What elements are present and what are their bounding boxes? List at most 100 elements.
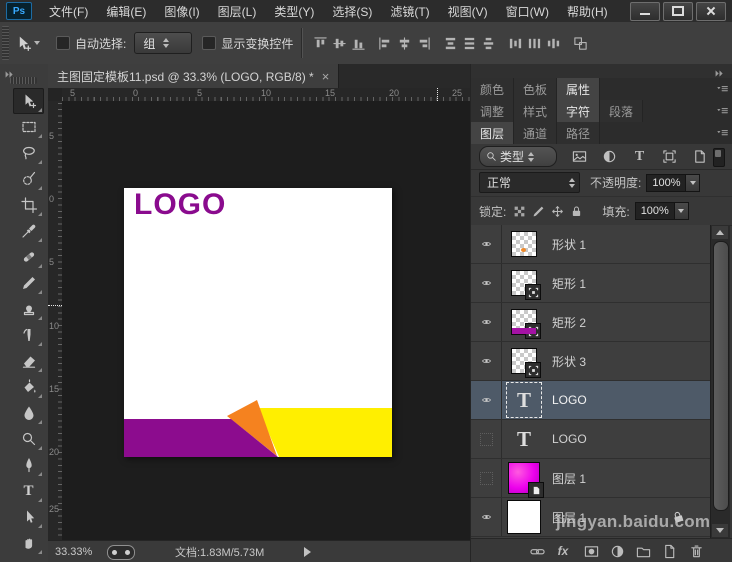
tool-preset-dropdown-icon[interactable] xyxy=(34,41,40,45)
menu-item-2[interactable]: 图像(I) xyxy=(155,0,208,22)
brush-tool[interactable] xyxy=(13,270,44,296)
menu-item-1[interactable]: 编辑(E) xyxy=(97,0,155,22)
distribute-vertical-centers-icon[interactable] xyxy=(462,36,477,51)
tab-字符[interactable]: 字符 xyxy=(557,100,600,122)
layer-row-1[interactable]: 矩形 1 xyxy=(471,264,710,303)
menu-item-4[interactable]: 类型(Y) xyxy=(265,0,323,22)
menu-item-5[interactable]: 选择(S) xyxy=(323,0,381,22)
delete-layer-icon[interactable] xyxy=(688,543,704,559)
distribute-horizontal-centers-icon[interactable] xyxy=(527,36,542,51)
quick-selection-tool[interactable] xyxy=(13,166,44,192)
canvas[interactable]: LOGO xyxy=(124,188,392,457)
filter-type-layers-icon[interactable]: T xyxy=(631,148,648,165)
move-tool[interactable] xyxy=(13,88,44,114)
tab-路径[interactable]: 路径 xyxy=(557,122,600,144)
link-layers-icon[interactable] xyxy=(529,543,545,559)
show-transform-checkbox[interactable] xyxy=(202,36,216,50)
align-left-edges-icon[interactable] xyxy=(378,36,393,51)
dodge-tool[interactable] xyxy=(13,426,44,452)
history-brush-tool[interactable] xyxy=(13,322,44,348)
panel-menu-icon[interactable] xyxy=(711,122,732,144)
distribute-top-edges-icon[interactable] xyxy=(443,36,458,51)
filter-smart-objects-icon[interactable] xyxy=(691,148,708,165)
layer-thumbnail[interactable] xyxy=(502,309,546,335)
panel-menu-icon[interactable] xyxy=(711,78,732,100)
distribute-left-edges-icon[interactable] xyxy=(508,36,523,51)
visibility-toggle[interactable] xyxy=(471,420,502,458)
visibility-toggle[interactable] xyxy=(471,381,502,419)
tab-图层[interactable]: 图层 xyxy=(471,122,514,144)
document-tab[interactable]: 主图固定模板11.psd @ 33.3% (LOGO, RGB/8) * × xyxy=(48,64,339,88)
collapse-tools-icon[interactable] xyxy=(3,67,17,77)
lock-transparent-pixels-icon[interactable] xyxy=(510,203,529,219)
tab-颜色[interactable]: 颜色 xyxy=(471,78,514,100)
layer-row-4[interactable]: TLOGO xyxy=(471,381,710,420)
align-vertical-centers-icon[interactable] xyxy=(332,36,347,51)
lasso-tool[interactable] xyxy=(13,140,44,166)
pasteboard[interactable]: LOGO xyxy=(62,101,470,542)
tab-调整[interactable]: 调整 xyxy=(471,100,514,122)
layer-thumbnail[interactable] xyxy=(502,270,546,296)
layer-thumbnail[interactable] xyxy=(502,500,546,534)
menu-item-0[interactable]: 文件(F) xyxy=(40,0,97,22)
path-selection-tool[interactable] xyxy=(13,504,44,530)
filter-shape-layers-icon[interactable] xyxy=(661,148,678,165)
filter-pixel-layers-icon[interactable] xyxy=(571,148,588,165)
layer-thumbnail[interactable] xyxy=(502,231,546,257)
opacity-value[interactable]: 100% xyxy=(646,174,686,192)
fill-dropdown-icon[interactable] xyxy=(675,202,689,220)
pen-tool[interactable] xyxy=(13,452,44,478)
clone-stamp-tool[interactable] xyxy=(13,296,44,322)
tab-样式[interactable]: 样式 xyxy=(514,100,557,122)
layer-row-5[interactable]: TLOGO xyxy=(471,420,710,459)
layer-thumbnail[interactable]: T xyxy=(502,382,546,418)
layer-row-0[interactable]: 形状 1 xyxy=(471,225,710,264)
filter-toggle-switch[interactable] xyxy=(713,148,725,167)
visibility-toggle[interactable] xyxy=(471,225,502,263)
distribute-right-edges-icon[interactable] xyxy=(546,36,561,51)
paint-bucket-tool[interactable] xyxy=(13,374,44,400)
menu-item-8[interactable]: 窗口(W) xyxy=(497,0,558,22)
lock-image-pixels-icon[interactable] xyxy=(529,203,548,219)
layer-row-2[interactable]: 矩形 2 xyxy=(471,303,710,342)
align-bottom-edges-icon[interactable] xyxy=(351,36,366,51)
layer-row-7[interactable]: 图层 1 xyxy=(471,498,710,537)
collapse-panels-icon[interactable] xyxy=(713,66,727,76)
menu-item-6[interactable]: 滤镜(T) xyxy=(381,0,438,22)
filter-adjustment-layers-icon[interactable] xyxy=(601,148,618,165)
tab-属性[interactable]: 属性 xyxy=(557,78,600,100)
visibility-toggle[interactable] xyxy=(471,342,502,380)
visibility-toggle[interactable] xyxy=(471,498,502,536)
blend-mode-dropdown[interactable]: 正常 xyxy=(479,172,580,193)
close-button[interactable] xyxy=(696,2,726,21)
tab-段落[interactable]: 段落 xyxy=(600,100,643,122)
align-top-edges-icon[interactable] xyxy=(313,36,328,51)
horizontal-type-tool[interactable]: T xyxy=(13,478,44,504)
scroll-up-icon[interactable] xyxy=(712,226,728,239)
menu-item-9[interactable]: 帮助(H) xyxy=(558,0,617,22)
new-group-icon[interactable] xyxy=(635,543,651,559)
tools-dock-grip[interactable] xyxy=(10,77,37,84)
scroll-down-icon[interactable] xyxy=(712,524,728,537)
crop-tool[interactable] xyxy=(13,192,44,218)
visibility-toggle[interactable] xyxy=(471,264,502,302)
layers-scrollbar[interactable] xyxy=(710,225,730,538)
menu-item-7[interactable]: 视图(V) xyxy=(439,0,497,22)
distribute-bottom-edges-icon[interactable] xyxy=(481,36,496,51)
visibility-toggle[interactable] xyxy=(471,303,502,341)
opacity-dropdown-icon[interactable] xyxy=(686,174,700,192)
fill-value[interactable]: 100% xyxy=(635,202,675,220)
layer-row-3[interactable]: 形状 3 xyxy=(471,342,710,381)
visibility-toggle[interactable] xyxy=(471,459,502,497)
align-right-edges-icon[interactable] xyxy=(416,36,431,51)
auto-select-dropdown[interactable]: 组 xyxy=(134,32,192,54)
auto-align-layers-icon[interactable] xyxy=(573,36,588,51)
panel-menu-icon[interactable] xyxy=(711,100,732,122)
align-horizontal-centers-icon[interactable] xyxy=(397,36,412,51)
menu-item-3[interactable]: 图层(L) xyxy=(209,0,266,22)
spot-healing-brush-tool[interactable] xyxy=(13,244,44,270)
hand-tool[interactable] xyxy=(13,530,44,556)
new-fill-adjustment-layer-icon[interactable] xyxy=(609,543,625,559)
tab-close-icon[interactable]: × xyxy=(322,69,330,84)
rectangular-marquee-tool[interactable] xyxy=(13,114,44,140)
